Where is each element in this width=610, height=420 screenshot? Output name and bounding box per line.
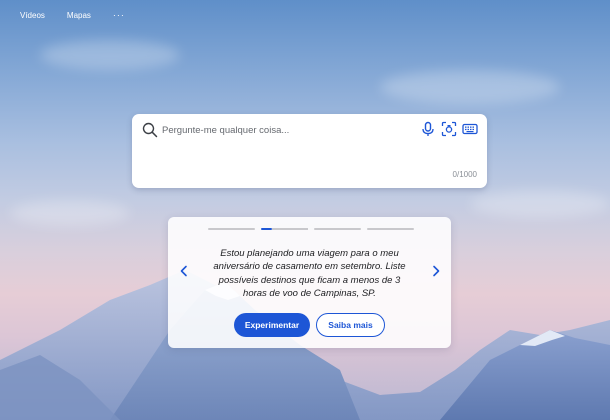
carousel-indicator-3[interactable] xyxy=(314,228,361,230)
learn-more-button[interactable]: Saiba mais xyxy=(316,313,385,337)
nav-link-videos[interactable]: Vídeos xyxy=(20,11,45,20)
try-it-button[interactable]: Experimentar xyxy=(234,313,310,337)
suggested-prompt-text: Estou planejando uma viagem para o meu a… xyxy=(213,248,406,299)
more-options-icon[interactable]: ··· xyxy=(113,10,125,20)
character-counter: 0/1000 xyxy=(452,170,477,179)
top-navigation: Vídeos Mapas ··· xyxy=(20,10,125,20)
carousel-indicators xyxy=(208,228,414,230)
carousel-indicator-1[interactable] xyxy=(208,228,255,230)
carousel-indicator-4[interactable] xyxy=(367,228,414,230)
nav-link-maps[interactable]: Mapas xyxy=(67,11,91,20)
search-icon xyxy=(142,122,158,138)
mountains-illustration xyxy=(0,270,610,420)
carousel-indicator-2[interactable] xyxy=(261,228,308,230)
microphone-icon[interactable] xyxy=(420,121,436,137)
prompt-suggestion-card: Estou planejando uma viagem para o meu a… xyxy=(168,217,451,348)
chevron-right-icon[interactable] xyxy=(430,265,442,277)
visual-search-icon[interactable] xyxy=(441,121,457,137)
search-box[interactable]: 0/1000 xyxy=(132,114,487,188)
chevron-left-icon[interactable] xyxy=(178,265,190,277)
search-input[interactable] xyxy=(162,123,412,137)
background-landscape xyxy=(0,0,610,420)
keyboard-icon[interactable] xyxy=(462,121,478,137)
